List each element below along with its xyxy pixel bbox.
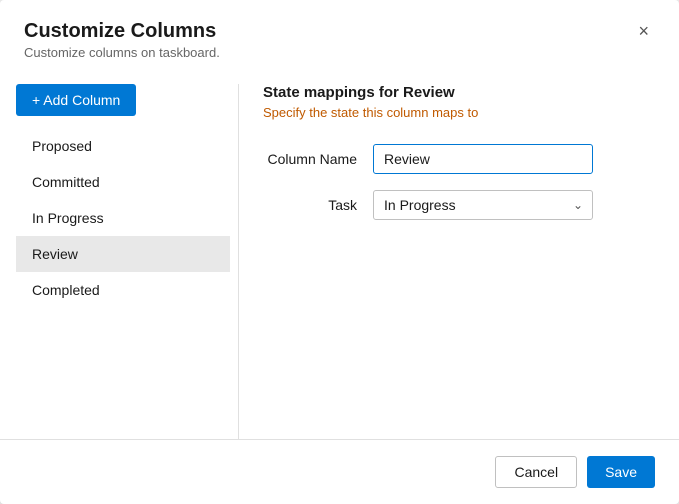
- dialog-header: Customize Columns Customize columns on t…: [0, 0, 679, 68]
- sidebar: + Add Column Proposed Committed In Progr…: [0, 84, 230, 439]
- add-column-button[interactable]: + Add Column: [16, 84, 136, 116]
- main-content: State mappings for Review Specify the st…: [238, 84, 679, 439]
- sidebar-item-in-progress[interactable]: In Progress: [16, 200, 230, 236]
- sidebar-item-completed[interactable]: Completed: [16, 272, 230, 308]
- column-name-label: Column Name: [263, 151, 373, 167]
- column-name-input[interactable]: [373, 144, 593, 174]
- customize-columns-dialog: Customize Columns Customize columns on t…: [0, 0, 679, 504]
- dialog-subtitle: Customize columns on taskboard.: [24, 45, 220, 60]
- state-mapping-subtitle: Specify the state this column maps to: [263, 105, 655, 120]
- column-list: Proposed Committed In Progress Review Co…: [16, 128, 230, 308]
- dialog-footer: Cancel Save: [0, 439, 679, 504]
- sidebar-item-proposed[interactable]: Proposed: [16, 128, 230, 164]
- task-row: Task In Progress Proposed Committed Revi…: [263, 190, 655, 220]
- sidebar-item-committed[interactable]: Committed: [16, 164, 230, 200]
- dialog-title: Customize Columns: [24, 20, 220, 43]
- close-button[interactable]: ×: [632, 20, 655, 42]
- sidebar-item-review[interactable]: Review: [16, 236, 230, 272]
- task-label: Task: [263, 197, 373, 213]
- dialog-title-block: Customize Columns Customize columns on t…: [24, 20, 220, 60]
- save-button[interactable]: Save: [587, 456, 655, 488]
- task-select[interactable]: In Progress Proposed Committed Review Co…: [373, 190, 593, 220]
- column-name-row: Column Name: [263, 144, 655, 174]
- cancel-button[interactable]: Cancel: [495, 456, 577, 488]
- task-select-wrapper: In Progress Proposed Committed Review Co…: [373, 190, 593, 220]
- state-mapping-title: State mappings for Review: [263, 84, 655, 101]
- dialog-body: + Add Column Proposed Committed In Progr…: [0, 68, 679, 439]
